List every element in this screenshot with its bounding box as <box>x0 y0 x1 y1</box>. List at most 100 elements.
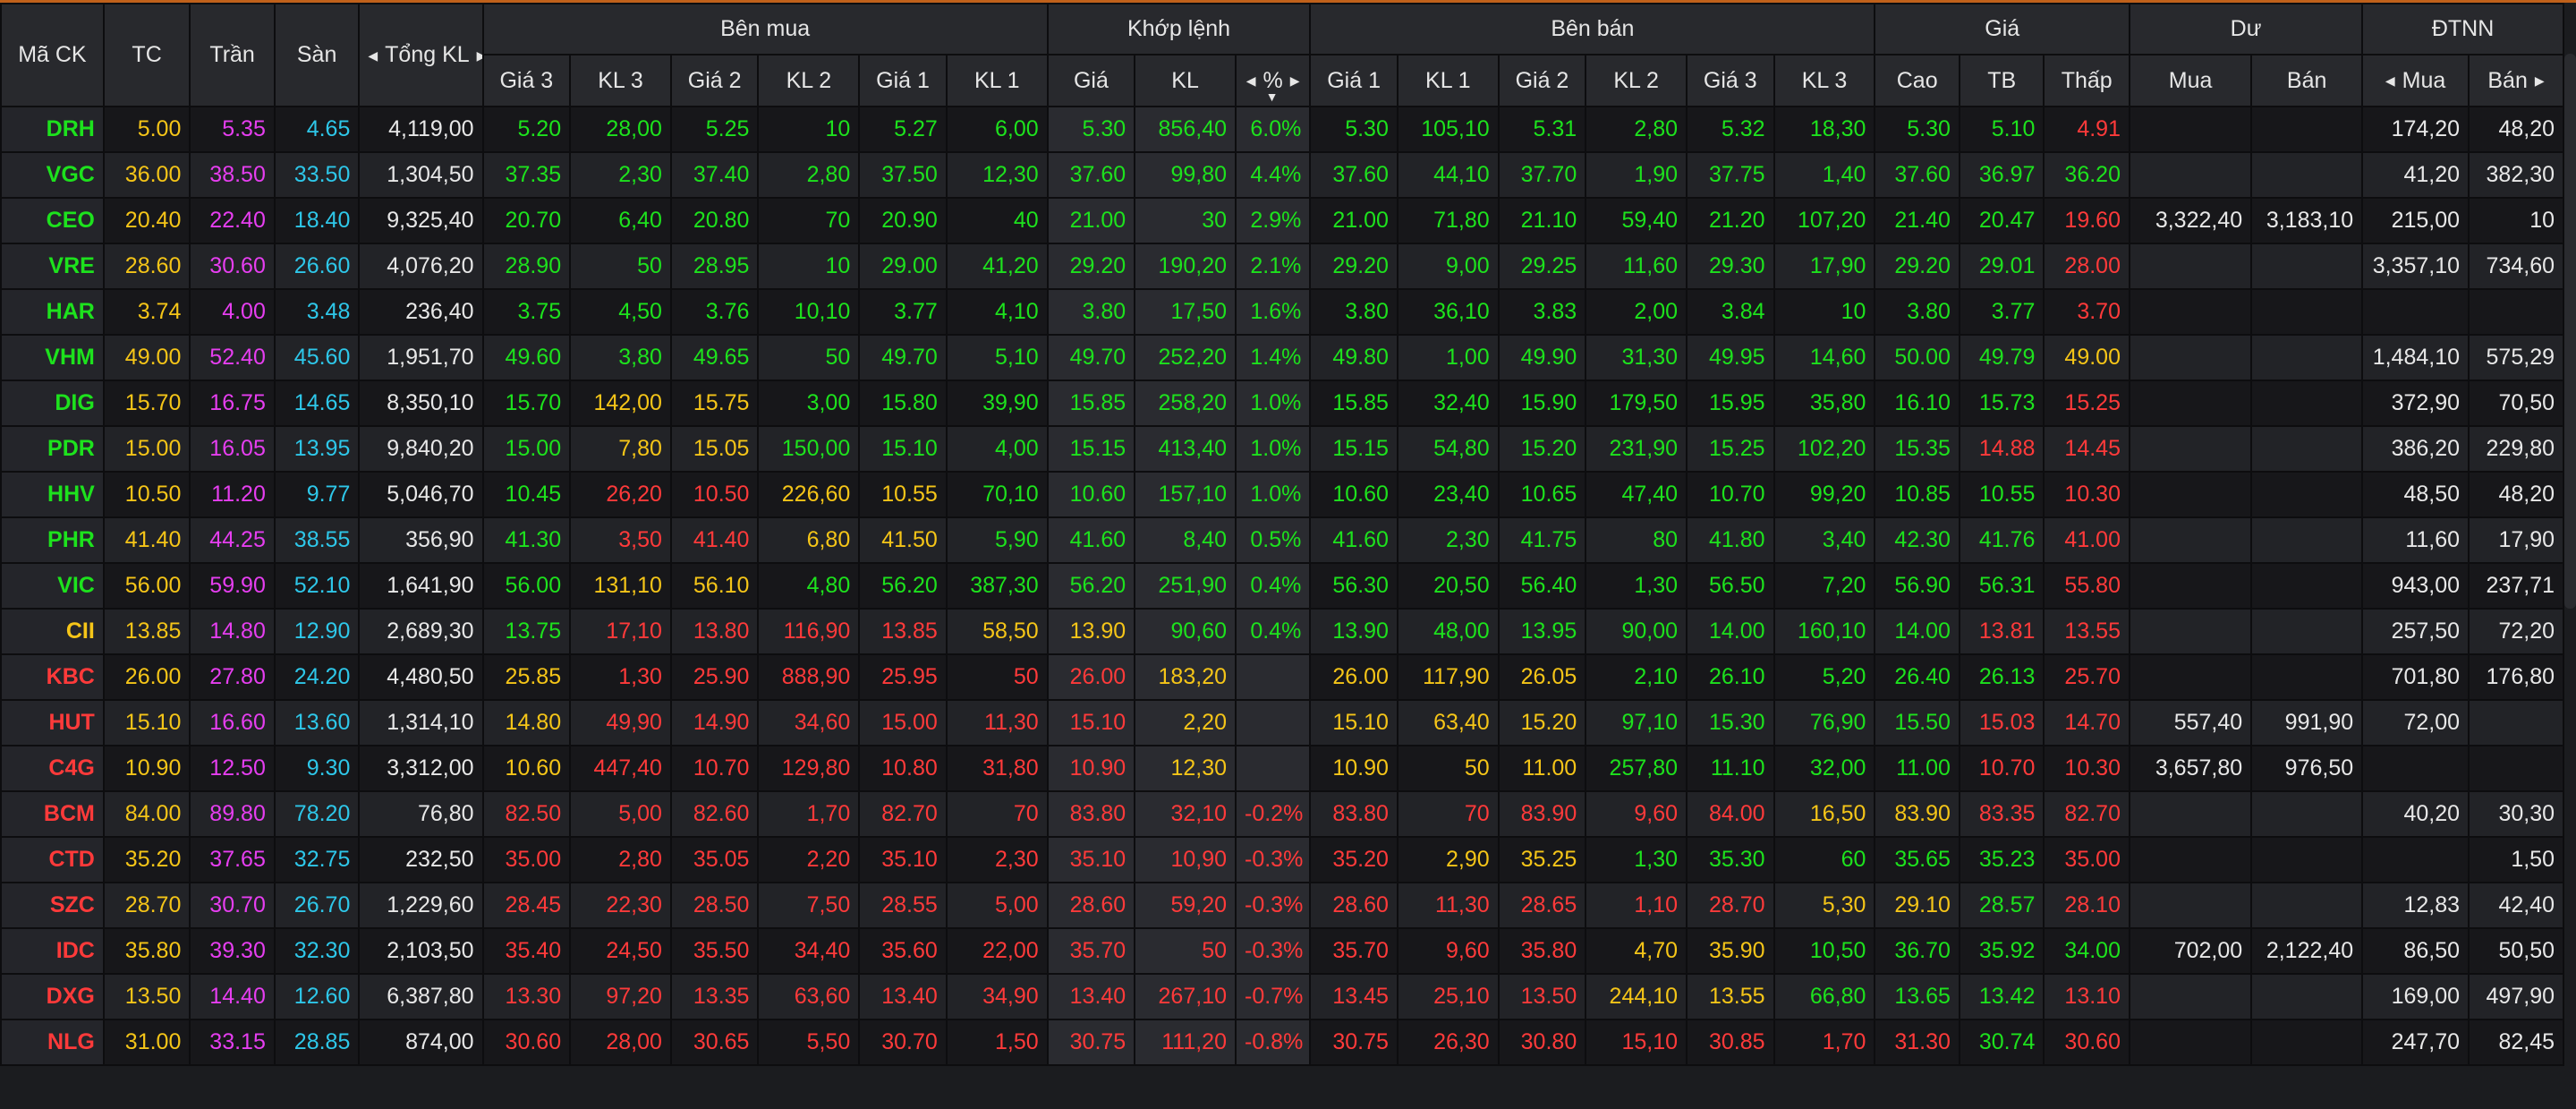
sell-price-1-cell[interactable]: 83.80 <box>1309 790 1399 838</box>
buy-price-1-cell[interactable]: 37.50 <box>858 151 948 199</box>
symbol-cell[interactable]: KBC <box>0 653 105 701</box>
buy-price-1-cell[interactable]: 15.00 <box>858 699 948 746</box>
buy-price-1-cell[interactable]: 82.70 <box>858 790 948 838</box>
sell-price-3-cell[interactable]: 15.95 <box>1686 380 1775 427</box>
buy-vol-2-cell[interactable]: 7,50 <box>757 882 861 929</box>
price-avg-cell[interactable]: 3.77 <box>1958 288 2045 336</box>
sell-price-3-cell[interactable]: 15.25 <box>1686 425 1775 473</box>
price-avg-cell[interactable]: 56.31 <box>1958 562 2045 610</box>
sell-price-3-cell[interactable]: 84.00 <box>1686 790 1775 838</box>
sell-price-3-cell[interactable]: 5.32 <box>1686 106 1775 153</box>
sell-price-3-cell[interactable]: 37.75 <box>1686 151 1775 199</box>
match-vol-cell[interactable]: 10,90 <box>1134 836 1237 883</box>
match-vol-cell[interactable]: 157,10 <box>1134 471 1237 518</box>
match-vol-cell[interactable]: 267,10 <box>1134 973 1237 1020</box>
price-avg-cell[interactable]: 26.13 <box>1958 653 2045 701</box>
price-avg-cell[interactable]: 49.79 <box>1958 334 2045 381</box>
buy-vol-1-cell[interactable]: 70 <box>945 790 1049 838</box>
match-pct-cell[interactable]: -0.7% <box>1234 973 1312 1020</box>
sell-price-2-cell[interactable]: 35.80 <box>1497 927 1587 975</box>
symbol-cell[interactable]: DXG <box>0 973 105 1020</box>
match-vol-cell[interactable]: 251,90 <box>1134 562 1237 610</box>
sell-vol-3-cell[interactable]: 10,50 <box>1773 927 1876 975</box>
buy-price-3-cell[interactable]: 35.40 <box>481 927 572 975</box>
match-pct-cell[interactable]: 4.4% <box>1234 151 1312 199</box>
price-high-cell[interactable]: 31.30 <box>1874 1019 1960 1066</box>
buy-price-3-cell[interactable]: 41.30 <box>481 516 572 564</box>
sell-vol-3-header[interactable]: KL 3 <box>1773 54 1876 107</box>
match-vol-cell[interactable]: 32,10 <box>1134 790 1237 838</box>
match-vol-cell[interactable]: 190,20 <box>1134 243 1237 290</box>
buy-vol-3-cell[interactable]: 97,20 <box>569 973 672 1020</box>
buy-price-3-cell[interactable]: 37.35 <box>481 151 572 199</box>
sell-vol-2-cell[interactable]: 80 <box>1585 516 1688 564</box>
table-row[interactable]: PHR 41.40 44.25 38.55 356,90 41.30 3,50 41.40 6,… <box>0 516 2564 564</box>
col-symbol-header[interactable]: Mã CK <box>0 3 105 107</box>
buy-price-1-cell[interactable]: 10.80 <box>858 745 948 792</box>
sell-vol-3-cell[interactable]: 32,00 <box>1773 745 1876 792</box>
buy-vol-3-cell[interactable]: 28,00 <box>569 106 672 153</box>
price-high-cell[interactable]: 83.90 <box>1874 790 1960 838</box>
match-price-cell[interactable]: 15.15 <box>1046 425 1136 473</box>
sell-vol-2-cell[interactable]: 15,10 <box>1585 1019 1688 1066</box>
price-high-cell[interactable]: 36.70 <box>1874 927 1960 975</box>
table-row[interactable]: IDC 35.80 39.30 32.30 2,103,50 35.40 24,50 35.5… <box>0 927 2564 975</box>
col-total-volume-header[interactable]: ◀ Tổng KL ▶ <box>358 3 484 107</box>
buy-price-3-cell[interactable]: 49.60 <box>481 334 572 381</box>
table-row[interactable]: HHV 10.50 11.20 9.77 5,046,70 10.45 26,20 10.50… <box>0 471 2564 518</box>
sell-price-2-cell[interactable]: 21.10 <box>1497 197 1587 244</box>
buy-price-1-cell[interactable]: 15.10 <box>858 425 948 473</box>
match-vol-cell[interactable]: 12,30 <box>1134 745 1237 792</box>
price-high-cell[interactable]: 13.65 <box>1874 973 1960 1020</box>
sell-price-1-cell[interactable]: 30.75 <box>1309 1019 1399 1066</box>
buy-price-3-cell[interactable]: 15.00 <box>481 425 572 473</box>
match-vol-cell[interactable]: 90,60 <box>1134 608 1237 655</box>
match-price-cell[interactable]: 83.80 <box>1046 790 1136 838</box>
sell-price-2-header[interactable]: Giá 2 <box>1497 54 1587 107</box>
col-ceiling-header[interactable]: Trần <box>189 3 276 107</box>
buy-price-1-cell[interactable]: 35.60 <box>858 927 948 975</box>
sell-price-3-cell[interactable]: 10.70 <box>1686 471 1775 518</box>
buy-price-1-cell[interactable]: 20.90 <box>858 197 948 244</box>
sell-vol-1-cell[interactable]: 20,50 <box>1396 562 1500 610</box>
sell-vol-3-cell[interactable]: 1,40 <box>1773 151 1876 199</box>
buy-price-2-cell[interactable]: 15.75 <box>669 380 760 427</box>
buy-price-3-cell[interactable]: 14.80 <box>481 699 572 746</box>
buy-price-3-cell[interactable]: 10.60 <box>481 745 572 792</box>
buy-price-3-cell[interactable]: 3.75 <box>481 288 572 336</box>
buy-vol-2-cell[interactable]: 226,60 <box>757 471 861 518</box>
sell-vol-2-cell[interactable]: 1,90 <box>1585 151 1688 199</box>
price-high-cell[interactable]: 35.65 <box>1874 836 1960 883</box>
buy-vol-3-cell[interactable]: 447,40 <box>569 745 672 792</box>
table-row[interactable]: C4G 10.90 12.50 9.30 3,312,00 10.60 447,40 10.7… <box>0 745 2564 792</box>
buy-vol-3-cell[interactable]: 24,50 <box>569 927 672 975</box>
price-low-cell[interactable]: 15.25 <box>2043 380 2130 427</box>
buy-vol-3-cell[interactable]: 3,80 <box>569 334 672 381</box>
sell-price-1-cell[interactable]: 5.30 <box>1309 106 1399 153</box>
buy-vol-1-cell[interactable]: 31,80 <box>945 745 1049 792</box>
sell-vol-1-cell[interactable]: 9,60 <box>1396 927 1500 975</box>
sell-price-3-cell[interactable]: 41.80 <box>1686 516 1775 564</box>
buy-vol-3-cell[interactable]: 3,50 <box>569 516 672 564</box>
buy-price-1-cell[interactable]: 13.40 <box>858 973 948 1020</box>
price-low-cell[interactable]: 14.70 <box>2043 699 2130 746</box>
table-row[interactable]: DXG 13.50 14.40 12.60 6,387,80 13.30 97,20 13.3… <box>0 973 2564 1020</box>
buy-vol-3-cell[interactable]: 2,80 <box>569 836 672 883</box>
match-vol-cell[interactable]: 30 <box>1134 197 1237 244</box>
buy-vol-1-cell[interactable]: 1,50 <box>945 1019 1049 1066</box>
price-avg-cell[interactable]: 13.81 <box>1958 608 2045 655</box>
buy-vol-2-cell[interactable]: 34,40 <box>757 927 861 975</box>
buy-price-2-cell[interactable]: 41.40 <box>669 516 760 564</box>
buy-price-2-header[interactable]: Giá 2 <box>669 54 760 107</box>
buy-price-3-cell[interactable]: 20.70 <box>481 197 572 244</box>
table-row[interactable]: CII 13.85 14.80 12.90 2,689,30 13.75 17,10 13.8… <box>0 608 2564 655</box>
price-high-cell[interactable]: 14.00 <box>1874 608 1960 655</box>
sell-vol-3-cell[interactable]: 5,20 <box>1773 653 1876 701</box>
buy-vol-2-cell[interactable]: 10 <box>757 243 861 290</box>
buy-price-2-cell[interactable]: 3.76 <box>669 288 760 336</box>
price-avg-cell[interactable]: 15.73 <box>1958 380 2045 427</box>
match-pct-cell[interactable]: -0.3% <box>1234 927 1312 975</box>
sell-price-2-cell[interactable]: 83.90 <box>1497 790 1587 838</box>
price-low-cell[interactable]: 10.30 <box>2043 745 2130 792</box>
sell-price-3-cell[interactable]: 56.50 <box>1686 562 1775 610</box>
